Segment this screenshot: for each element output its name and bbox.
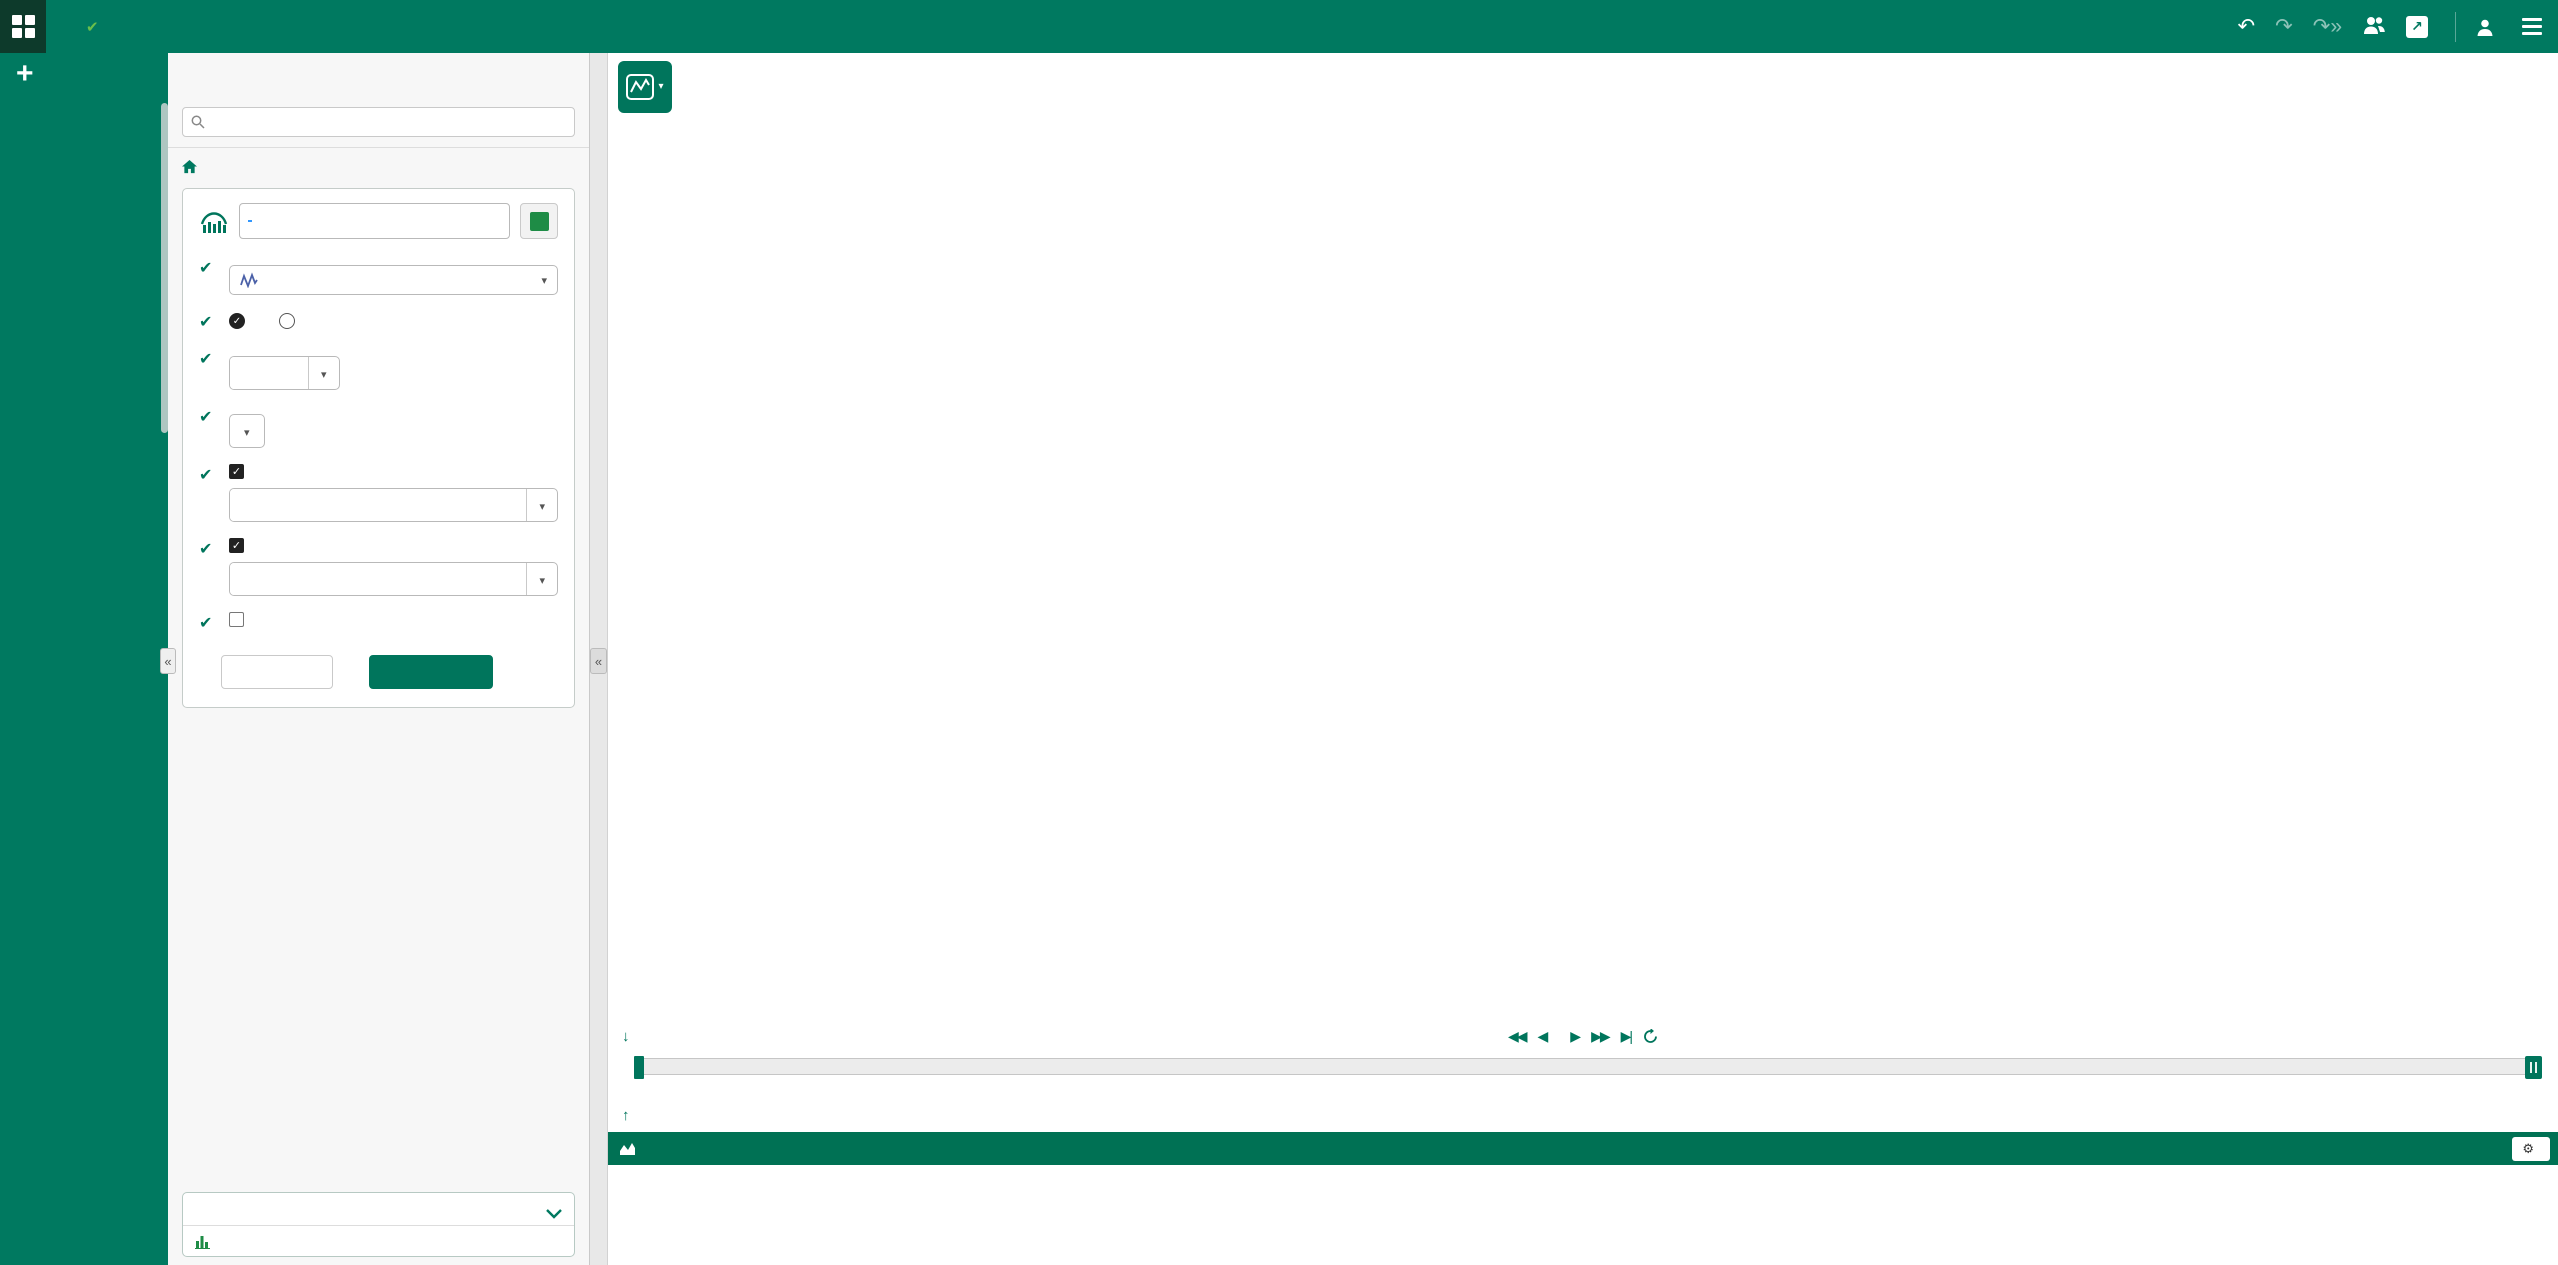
step-check-icon: ✔ [199,538,229,596]
details-panel: ⚙ [608,1132,2558,1165]
user-menu[interactable] [2476,18,2502,36]
step-back-button[interactable]: ◀ [1538,1028,1547,1045]
collapse-panel-handle[interactable]: « [590,648,607,674]
hamburger-menu-icon[interactable] [2522,18,2542,35]
selection-right-handle[interactable] [637,1056,644,1079]
radio-checked-icon: ✓ [229,313,245,329]
step-to-end-button[interactable]: ▶| [1621,1028,1631,1045]
remove-below-unit-select[interactable]: ▾ [526,489,557,521]
timeline-selection[interactable] [637,1057,641,1076]
worksheet-sidebar: + [0,53,168,1265]
remove-above-unit-select[interactable]: ▾ [526,563,557,595]
gear-icon: ⚙ [2522,1141,2534,1157]
step-check-icon: ✔ [199,311,229,332]
display-range-row: ↓ ◀◀ ◀ ▶ ▶▶ ▶| [608,1022,2558,1050]
chevron-down-icon [546,1209,562,1219]
frequency-analysis-form: ✔ ▾ ✔ [182,188,575,708]
grid-icon [12,15,35,38]
fft-chart[interactable] [608,120,2558,570]
step-check-icon: ✔ [199,406,229,448]
chart-area: ▾ ↓ ◀◀ ◀ ▶ ▶▶ [608,53,2558,1265]
undo-icon[interactable]: ↶ [2238,16,2256,37]
remove-below-checkbox[interactable]: ✓ [229,464,558,479]
signal-icon [240,272,258,288]
users-icon[interactable] [2362,15,2386,39]
signal-select[interactable]: ▾ [229,265,558,295]
step-forward-button[interactable]: ▶ [1570,1028,1579,1045]
tool-name-input[interactable] [239,203,510,239]
derived-item-temp-fft [183,1225,574,1256]
tools-panel-body: ✔ ▾ ✔ [168,95,589,1265]
remove-below-input[interactable] [230,489,526,521]
arrow-down-icon: ↓ [622,1028,630,1045]
output-units-select[interactable]: ▾ [229,414,265,448]
chart-type-button[interactable]: ▾ [618,61,672,113]
range-start[interactable]: ↓ [622,1028,642,1045]
period-radio[interactable]: ✓ [229,313,253,329]
checkbox-checked-icon: ✓ [229,538,244,553]
main-layout: + « [0,53,2558,1265]
frequency-analysis-icon [199,208,229,234]
person-icon [2476,18,2494,36]
timeline-track[interactable] [636,1058,2540,1075]
radio-unchecked-icon [279,313,295,329]
divider [2455,12,2456,42]
area-chart-icon [620,1142,635,1155]
temperature-chart[interactable] [608,570,2558,1022]
app-switcher-button[interactable] [0,0,46,53]
refresh-icon[interactable] [1643,1029,1658,1044]
new-worksheet-button[interactable]: + [0,53,168,91]
search-icon [191,115,205,129]
check-icon: ✔ [86,18,99,36]
derived-data-header[interactable] [183,1193,574,1225]
trend-icon [626,74,654,100]
cancel-button[interactable] [221,655,333,689]
chevron-down-icon: ▾ [658,81,663,92]
redo-icon[interactable]: ↷ [2275,16,2293,37]
arrow-up-icon: ↑ [622,1107,630,1124]
color-swatch [530,212,549,231]
sampling-rate-input[interactable] [230,357,308,389]
execute-button[interactable] [369,655,493,689]
checkbox-unchecked-icon [229,612,244,627]
get-link-button[interactable]: ↗ [2406,16,2435,38]
tools-panel: ✔ ▾ ✔ [168,53,590,1265]
chevron-down-icon: ▾ [541,274,547,287]
checkbox-checked-icon: ✓ [229,464,244,479]
breadcrumb [168,147,589,186]
redo-all-icon[interactable]: ↷» [2313,16,2342,37]
step-check-icon: ✔ [199,612,229,633]
remove-above-input[interactable] [230,563,526,595]
panel-collapse-strip: « [590,53,608,1265]
investigate-range-row: ↑ [608,1102,2558,1128]
external-link-icon: ↗ [2406,16,2428,38]
home-icon[interactable] [182,160,197,174]
step-forward-much-button[interactable]: ▶▶ [1591,1028,1609,1045]
sidebar-scrollbar[interactable] [161,103,168,433]
top-bar: ✔ ↶ ↷ ↷» ↗ [0,0,2558,53]
step-check-icon: ✔ [199,257,229,295]
step-back-much-button[interactable]: ◀◀ [1508,1028,1526,1045]
step-check-icon: ✔ [199,348,229,390]
connection-status[interactable]: ✔ [86,18,105,36]
derived-data-panel [182,1192,575,1257]
histogram-icon [195,1233,211,1249]
frequency-radio[interactable] [279,313,303,329]
sampling-unit-select[interactable]: ▾ [308,357,339,389]
color-picker-button[interactable] [520,203,558,239]
remove-above-checkbox[interactable]: ✓ [229,538,558,553]
available-outside-checkbox[interactable] [229,612,558,627]
timeline-end-handle[interactable] [2525,1056,2542,1079]
customize-button[interactable]: ⚙ [2512,1137,2550,1161]
details-header: ⚙ [608,1132,2558,1165]
collapse-sidebar-handle[interactable]: « [160,648,176,674]
timeline-scrubber [608,1050,2558,1102]
filter-tools-input[interactable] [182,107,575,137]
chart-toolbar: ▾ [608,53,2558,120]
investigate-start[interactable]: ↑ [622,1107,636,1124]
step-check-icon: ✔ [199,464,229,522]
